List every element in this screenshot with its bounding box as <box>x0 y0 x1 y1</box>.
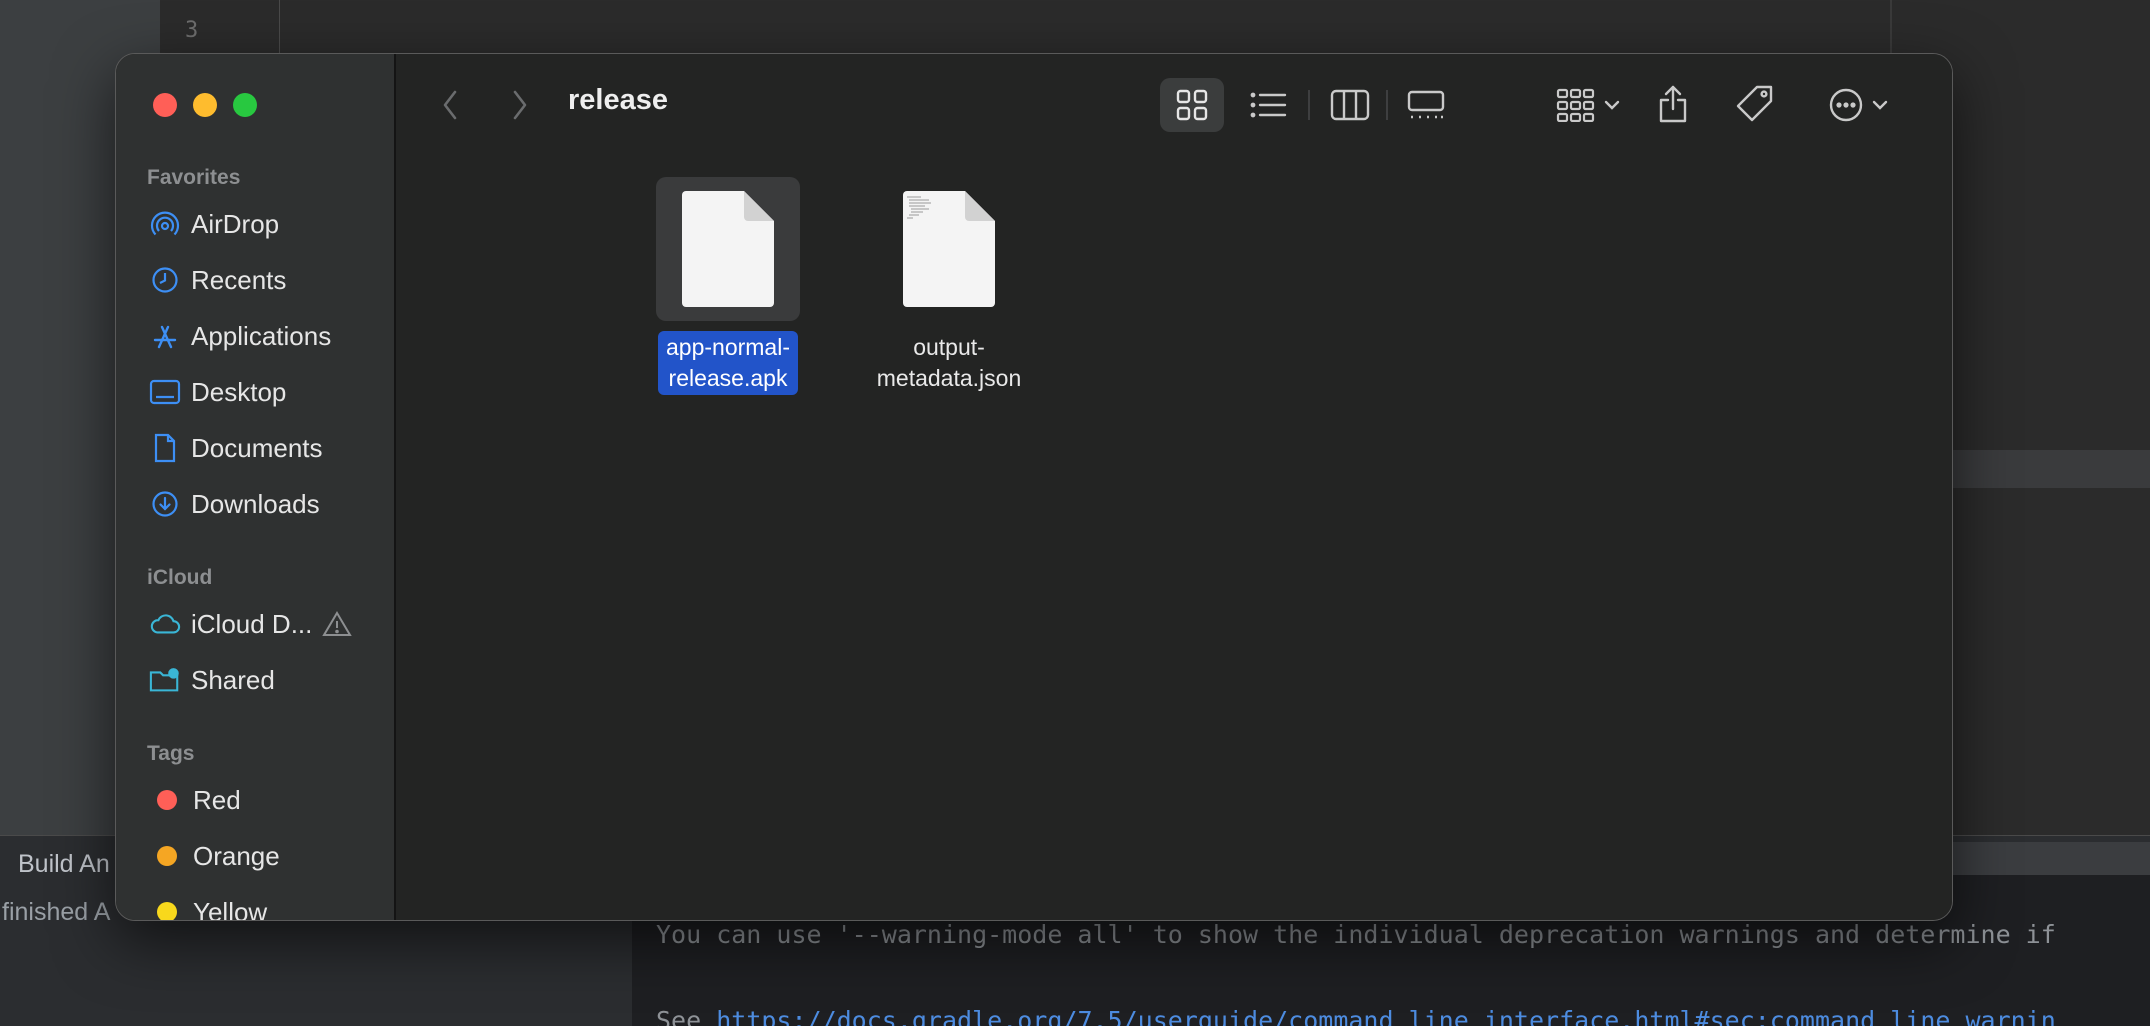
group-by-button[interactable] <box>1548 78 1628 132</box>
sidebar-item-icloud-drive[interactable]: iCloud D... <box>149 602 389 646</box>
chevron-down-icon <box>1872 100 1888 110</box>
build-status: finished A <box>2 898 111 926</box>
share-button[interactable] <box>1648 76 1698 132</box>
sidebar-item-shared[interactable]: Shared <box>149 658 389 702</box>
sidebar-item-applications[interactable]: Applications <box>149 314 389 358</box>
share-icon <box>1659 85 1687 123</box>
file-item[interactable]: app-normal- release.apk <box>643 177 813 395</box>
zoom-window-button[interactable] <box>233 93 257 117</box>
chevron-left-icon <box>443 90 457 120</box>
chevron-down-icon <box>1604 100 1620 110</box>
columns-icon <box>1330 89 1370 121</box>
sidebar-item-tag-yellow[interactable]: Yellow <box>149 890 389 920</box>
sidebar-item-documents[interactable]: Documents <box>149 426 389 470</box>
sidebar-item-tag-orange[interactable]: Orange <box>149 834 389 878</box>
list-icon <box>1250 92 1287 118</box>
finder-sidebar: Favorites AirDrop Recents Applications D… <box>116 54 396 920</box>
file-thumbnail <box>877 177 1021 321</box>
sidebar-item-downloads[interactable]: Downloads <box>149 482 389 526</box>
back-button[interactable] <box>432 84 468 126</box>
red-tag-dot <box>157 790 177 810</box>
docs-link[interactable]: https://docs.gradle.org/7.5/userguide/co… <box>716 1006 2056 1026</box>
icon-view-button[interactable] <box>1160 78 1224 132</box>
console-line: See https://docs.gradle.org/7.5/userguid… <box>656 1006 2056 1026</box>
file-item[interactable]: output- metadata.json <box>864 177 1034 395</box>
shared-folder-icon <box>149 664 181 696</box>
sidebar-item-desktop[interactable]: Desktop <box>149 370 389 414</box>
file-name: output- metadata.json <box>876 334 1022 391</box>
yellow-tag-dot <box>157 902 177 920</box>
toolbar-divider <box>1386 90 1388 120</box>
tags-header: Tags <box>147 742 195 765</box>
action-menu-button[interactable] <box>1818 78 1898 132</box>
gallery-icon <box>1407 90 1445 119</box>
download-icon <box>149 488 181 520</box>
file-name: app-normal- release.apk <box>658 331 798 395</box>
tag-icon <box>1736 85 1773 122</box>
chevron-right-icon <box>513 90 527 120</box>
json-file-icon <box>903 191 995 307</box>
list-view-button[interactable] <box>1238 78 1298 132</box>
orange-tag-dot <box>157 846 177 866</box>
applications-icon <box>149 320 181 352</box>
finder-content: release app-normal- release.apk output- … <box>398 54 1952 920</box>
grid-icon <box>1176 89 1208 121</box>
build-analyzer-tab[interactable]: Build An <box>18 850 110 879</box>
sidebar-item-tag-red[interactable]: Red <box>149 778 389 822</box>
sidebar-item-recents[interactable]: Recents <box>149 258 389 302</box>
favorites-header: Favorites <box>147 166 241 189</box>
gallery-view-button[interactable] <box>1396 78 1456 132</box>
desktop-icon <box>149 376 181 408</box>
airdrop-icon <box>149 208 181 240</box>
ide-line-highlight <box>1950 450 2150 488</box>
warning-icon <box>322 611 353 637</box>
line-number: 3 <box>185 18 199 43</box>
sidebar-item-airdrop[interactable]: AirDrop <box>149 202 389 246</box>
group-grid-icon <box>1556 88 1595 122</box>
close-window-button[interactable] <box>153 93 177 117</box>
minimize-window-button[interactable] <box>193 93 217 117</box>
console-line: You can use '--warning-mode all' to show… <box>656 920 2056 949</box>
finder-window: Favorites AirDrop Recents Applications D… <box>115 53 1953 921</box>
tags-button[interactable] <box>1728 76 1782 132</box>
window-title: release <box>568 84 668 116</box>
ellipsis-circle-icon <box>1829 88 1863 122</box>
toolbar-divider <box>1308 90 1310 120</box>
cloud-icon <box>149 608 181 640</box>
forward-button[interactable] <box>502 84 538 126</box>
file-icon <box>682 191 774 307</box>
column-view-button[interactable] <box>1320 78 1380 132</box>
icloud-header: iCloud <box>147 566 213 589</box>
document-icon <box>149 432 181 464</box>
file-thumbnail <box>656 177 800 321</box>
clock-icon <box>149 264 181 296</box>
